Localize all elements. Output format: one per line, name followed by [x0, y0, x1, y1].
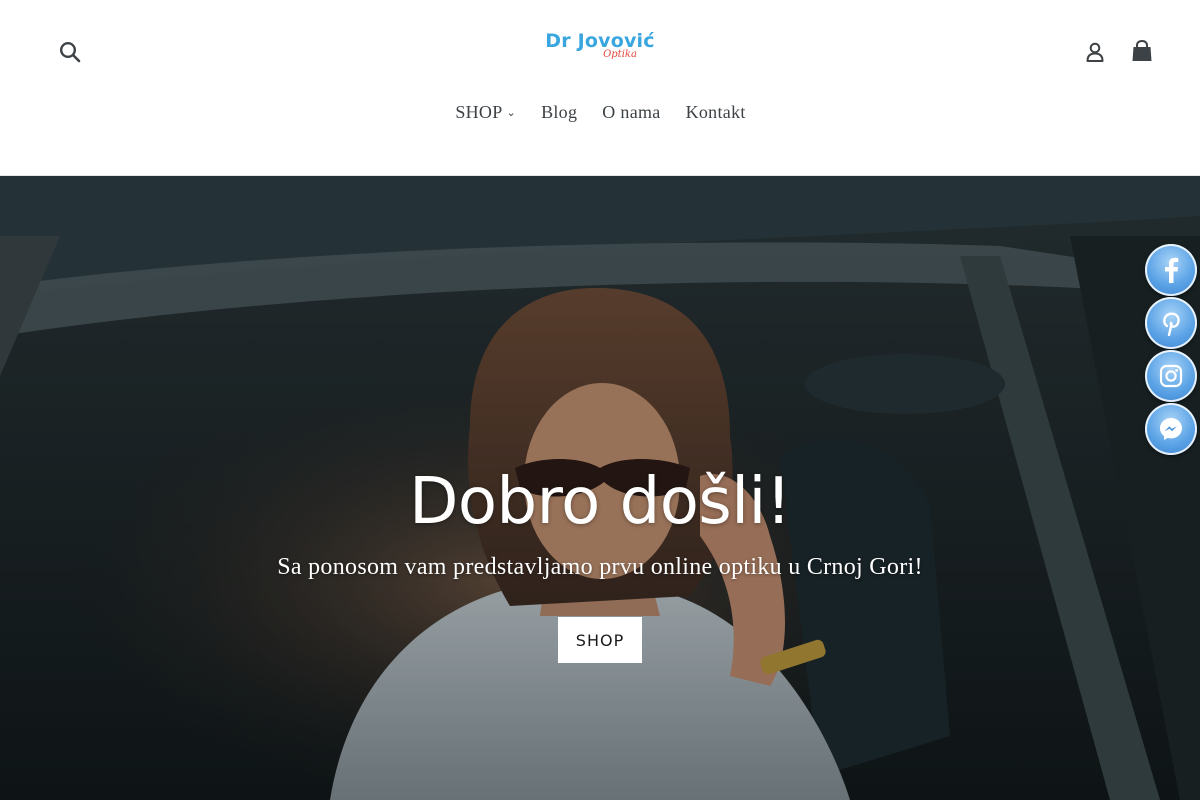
account-button[interactable]	[1080, 37, 1110, 67]
chevron-down-icon: ⌄	[506, 107, 517, 119]
cart-button[interactable]	[1127, 36, 1157, 66]
nav-item-o-nama[interactable]: O nama	[589, 98, 672, 129]
main-navigation: SHOP ⌄ Blog O nama Kontakt	[0, 98, 1200, 129]
nav-item-o-nama-label: O nama	[602, 102, 661, 122]
nav-item-kontakt-label: Kontakt	[685, 102, 746, 122]
pinterest-button[interactable]	[1145, 297, 1197, 349]
hero-banner: Dobro došli! Sa ponosom vam predstavljam…	[0, 176, 1200, 800]
messenger-button[interactable]	[1145, 403, 1197, 455]
nav-item-kontakt[interactable]: Kontakt	[673, 98, 758, 129]
nav-item-shop-label: SHOP	[455, 102, 503, 122]
site-header: Dr Jovović Optika SHOP ⌄ Blog O nama Kont…	[0, 0, 1200, 176]
instagram-icon	[1159, 364, 1183, 388]
search-button[interactable]	[54, 36, 86, 68]
cart-icon	[1132, 40, 1152, 61]
user-icon	[1086, 42, 1104, 62]
hero-title: Dobro došli!	[409, 465, 791, 539]
nav-item-blog[interactable]: Blog	[528, 98, 589, 129]
hero-shop-button[interactable]: SHOP	[558, 617, 642, 663]
facebook-icon	[1165, 257, 1179, 283]
logo-main-text: Dr Jovović	[545, 30, 655, 52]
facebook-button[interactable]	[1145, 244, 1197, 296]
messenger-icon	[1160, 418, 1182, 440]
nav-item-shop[interactable]: SHOP ⌄	[442, 98, 528, 129]
pinterest-icon	[1163, 312, 1180, 336]
search-icon	[59, 41, 81, 63]
instagram-button[interactable]	[1145, 350, 1197, 402]
nav-item-blog-label: Blog	[541, 102, 578, 122]
site-logo[interactable]: Dr Jovović Optika	[530, 30, 670, 74]
hero-subtitle: Sa ponosom vam predstavljamo prvu online…	[277, 554, 923, 580]
